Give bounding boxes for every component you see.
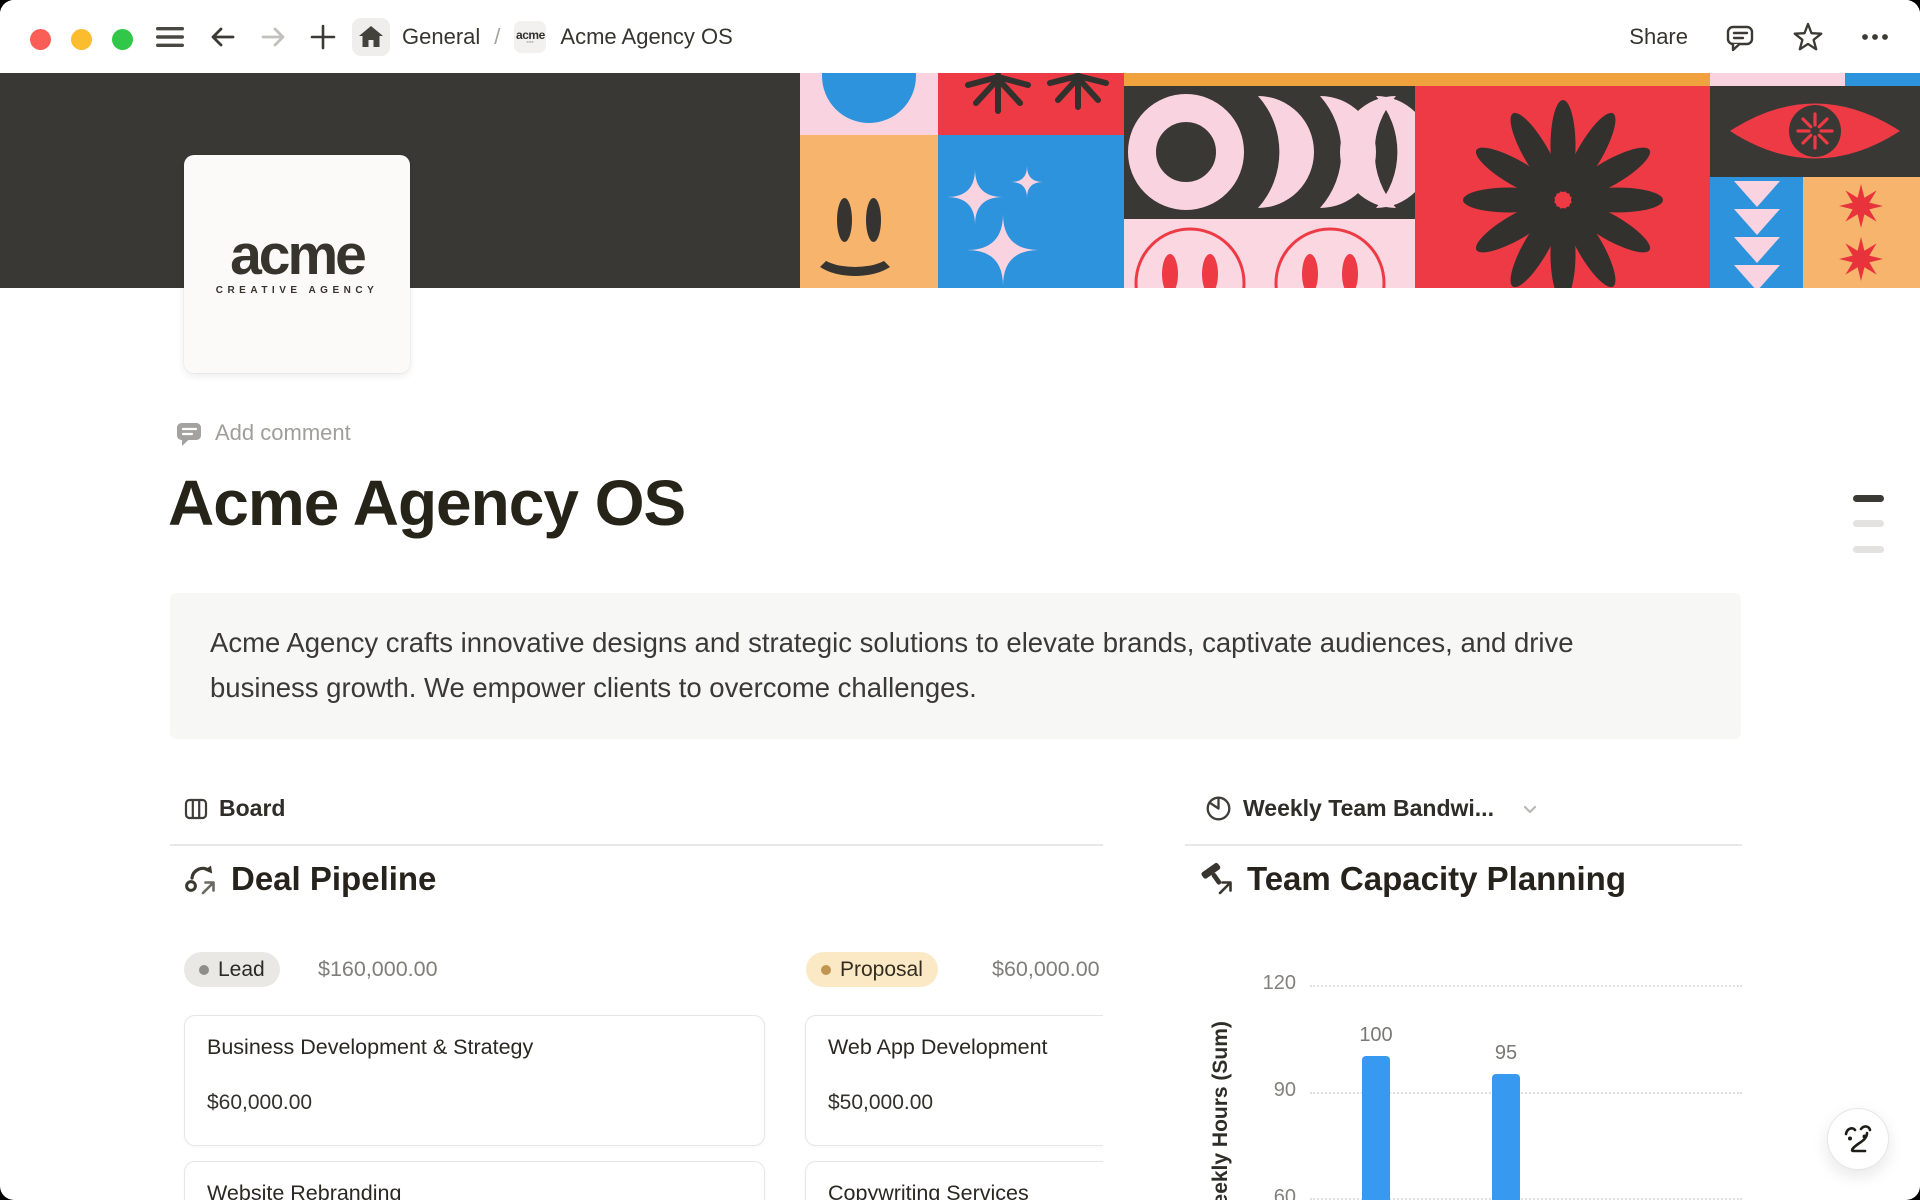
logo-tagline: CREATIVE AGENCY (216, 285, 379, 296)
window-controls (30, 29, 133, 50)
minimize-window-button[interactable] (71, 29, 92, 50)
plus-icon (309, 23, 337, 51)
card-title: Business Development & Strategy (207, 1035, 533, 1060)
comments-icon[interactable] (1724, 21, 1756, 53)
tab-chart-view[interactable]: Weekly Team Bandwi... (1205, 795, 1539, 822)
cover-tile-oddc (1124, 86, 1415, 219)
back-arrow-icon (208, 22, 238, 52)
board-card[interactable]: Website Rebranding (184, 1161, 765, 1200)
tab-board-label: Board (219, 795, 285, 822)
breadcrumb-page[interactable]: Acme Agency OS (560, 24, 732, 50)
cover-tile-bursts (1803, 177, 1920, 288)
status-label: Lead (218, 958, 265, 982)
cover-tile-pink-smileys (1124, 219, 1415, 288)
bar-series-1 (1362, 1056, 1390, 1200)
board-view-icon (184, 797, 208, 821)
card-amount: $60,000.00 (207, 1091, 312, 1115)
linked-view-arrow-icon (203, 883, 214, 894)
cover-tile-red-sparks (938, 73, 1124, 135)
logo-wordmark: acme (230, 233, 364, 277)
y-tick-90: 90 (1236, 1079, 1296, 1102)
page-icon-logo[interactable]: acme CREATIVE AGENCY (184, 155, 410, 373)
pipeline-cycle-icon (184, 862, 218, 896)
tab-board-view[interactable]: Board (184, 795, 285, 822)
deal-pipeline-title: Deal Pipeline (231, 860, 436, 898)
add-comment-label: Add comment (215, 420, 351, 446)
gridline-120 (1310, 985, 1742, 987)
status-dot (821, 965, 831, 975)
home-icon (358, 25, 384, 49)
hammer-icon (1200, 862, 1234, 896)
proposal-column-total: $60,000.00 (992, 957, 1100, 982)
callout-line-1: Acme Agency crafts innovative designs an… (210, 620, 1701, 665)
board-card[interactable]: Business Development & Strategy $60,000.… (184, 1015, 765, 1146)
more-options-icon[interactable] (1860, 22, 1890, 52)
deal-pipeline-board: Deal Pipeline Lead $160,000.00 Proposal … (170, 846, 1103, 1200)
cover-tile-blue-dot (800, 73, 938, 135)
bar-value-label: 100 (1342, 1024, 1410, 1047)
cover-tile-blue-stars (938, 135, 1124, 288)
page-title[interactable]: Acme Agency OS (168, 466, 685, 540)
cover-tile-flower (1415, 86, 1710, 288)
home-button[interactable] (352, 18, 390, 56)
status-label: Proposal (840, 958, 923, 982)
notion-ai-button[interactable] (1827, 1108, 1889, 1170)
team-capacity-chart: Team Capacity Planning Weekly Hours (Sum… (1185, 846, 1742, 1200)
back-button[interactable] (208, 22, 238, 52)
pie-chart-icon (1205, 795, 1232, 822)
card-title: Copywriting Services (828, 1181, 1029, 1200)
card-title: Website Rebranding (207, 1181, 401, 1200)
sidebar-menu-button[interactable] (155, 22, 185, 52)
linked-view-arrow-icon (1220, 883, 1231, 894)
tab-chart-label: Weekly Team Bandwi... (1243, 795, 1494, 822)
bar-value-label: 95 (1472, 1042, 1540, 1065)
y-tick-60: 60 (1236, 1186, 1296, 1200)
zoom-window-button[interactable] (112, 29, 133, 50)
outline-indicator-dash[interactable] (1853, 546, 1884, 553)
app-window: General / acme ━━━ Acme Agency OS Share (0, 0, 1920, 1200)
title-bar: General / acme ━━━ Acme Agency OS Share (0, 0, 1920, 73)
add-comment-button[interactable]: Add comment (176, 420, 351, 446)
share-button[interactable]: Share (1629, 24, 1688, 50)
ai-face-icon (1840, 1120, 1876, 1158)
cover-tile-eye (1710, 86, 1920, 177)
new-tab-button[interactable] (308, 22, 338, 52)
comment-bubble-icon (176, 420, 202, 446)
team-capacity-heading[interactable]: Team Capacity Planning (1200, 860, 1626, 898)
lead-column-total: $160,000.00 (318, 957, 438, 982)
chart-y-axis-label: Weekly Hours (Sum) (1209, 1010, 1233, 1200)
y-tick-120: 120 (1236, 972, 1296, 995)
status-badge-proposal[interactable]: Proposal (806, 952, 938, 987)
card-title: Web App Development (828, 1035, 1048, 1060)
forward-button[interactable] (258, 22, 288, 52)
chevron-down-icon (1521, 800, 1539, 818)
close-window-button[interactable] (30, 29, 51, 50)
callout-line-2: business growth. We empower clients to o… (210, 665, 1701, 710)
cover-tile-triangles (1710, 177, 1803, 288)
breadcrumb-root[interactable]: General (402, 24, 480, 50)
favorite-star-icon[interactable] (1792, 21, 1824, 53)
breadcrumb: General / acme ━━━ Acme Agency OS (402, 0, 733, 73)
intro-callout[interactable]: Acme Agency crafts innovative designs an… (170, 593, 1741, 739)
breadcrumb-separator: / (494, 24, 500, 50)
cover-tile-smiley (800, 135, 938, 288)
status-badge-lead[interactable]: Lead (184, 952, 280, 987)
page-favicon: acme ━━━ (514, 21, 546, 53)
forward-arrow-icon (258, 22, 288, 52)
deal-pipeline-heading[interactable]: Deal Pipeline (184, 860, 436, 898)
outline-indicator-dash[interactable] (1853, 520, 1884, 527)
board-card[interactable]: Web App Development $50,000.00 (805, 1015, 1103, 1146)
card-amount: $50,000.00 (828, 1091, 933, 1115)
bar-series-2 (1492, 1074, 1520, 1200)
board-card[interactable]: Copywriting Services (805, 1161, 1103, 1200)
status-dot (199, 965, 209, 975)
hamburger-icon (155, 25, 185, 49)
outline-indicator-dash[interactable] (1853, 495, 1884, 502)
team-capacity-title: Team Capacity Planning (1247, 860, 1626, 898)
